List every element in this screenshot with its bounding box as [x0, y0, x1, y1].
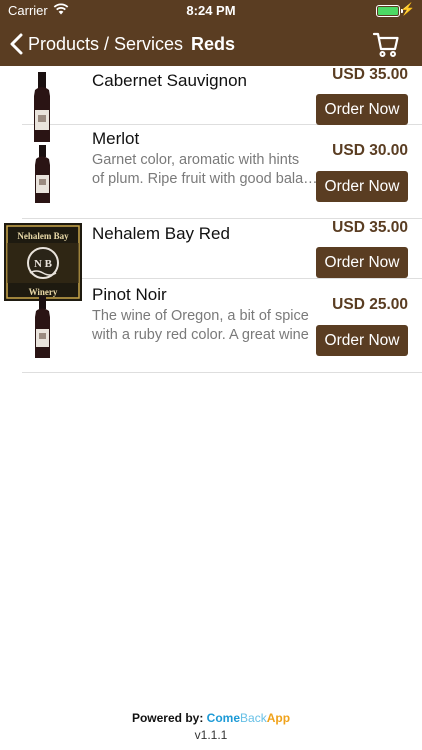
chevron-left-icon	[10, 33, 23, 55]
product-list: Cabernet Sauvignon USD 35.00 Order Now M…	[0, 66, 422, 373]
order-now-button[interactable]: Order Now	[316, 94, 408, 125]
back-button[interactable]: Products / Services	[10, 30, 183, 58]
product-name: Nehalem Bay Red	[92, 224, 230, 243]
product-price: USD 35.00	[332, 66, 408, 83]
product-name: Pinot Noir	[92, 285, 167, 304]
product-row[interactable]: Cabernet Sauvignon USD 35.00 Order Now	[22, 66, 422, 142]
brand-come[interactable]: Come	[207, 711, 240, 725]
brand-app[interactable]: App	[267, 711, 290, 725]
battery-icon	[376, 5, 403, 17]
brand-back[interactable]: Back	[240, 711, 267, 725]
navigation-bar: Products / Services Reds	[0, 22, 422, 66]
product-description: The wine of Oregon, a bit of spice with …	[92, 308, 309, 343]
order-now-button[interactable]: Order Now	[316, 171, 408, 202]
powered-by-label: Powered by:	[131, 711, 204, 725]
svg-text:Nehalem Bay: Nehalem Bay	[17, 231, 69, 241]
product-row[interactable]: Pinot Noir The wine of Oregon, a bit of …	[22, 279, 422, 373]
wine-bottle-image	[35, 145, 50, 203]
wine-bottle-image	[35, 296, 50, 358]
order-now-button[interactable]: Order Now	[316, 325, 408, 356]
product-name: Cabernet Sauvignon	[92, 71, 248, 90]
cart-icon[interactable]	[372, 30, 400, 58]
back-label: Products / Services	[28, 33, 184, 54]
charging-icon: ⚡	[400, 2, 415, 16]
status-bar: Carrier 8:24 PM ⚡	[0, 0, 422, 22]
powered-by-footer: Powered by: ComeBackApp	[0, 711, 422, 725]
product-price: USD 25.00	[332, 296, 408, 313]
product-price: USD 30.00	[332, 142, 408, 159]
clock: 8:24 PM	[186, 3, 236, 18]
app-header: Carrier 8:24 PM ⚡ Products / Services Re…	[0, 0, 422, 66]
svg-text:N B: N B	[34, 258, 53, 270]
order-now-button[interactable]: Order Now	[316, 247, 408, 278]
product-price: USD 35.00	[332, 219, 408, 236]
app-version: v1.1.1	[194, 728, 228, 742]
product-description: Garnet color, aromatic with hints of plu…	[92, 152, 318, 187]
product-row[interactable]: Merlot Garnet color, aromatic with hints…	[22, 125, 422, 219]
product-row[interactable]: Nehalem Bay N B Winery Nehalem Bay Red U…	[4, 219, 422, 301]
page-title: Reds	[191, 34, 236, 54]
product-name: Merlot	[92, 129, 140, 148]
